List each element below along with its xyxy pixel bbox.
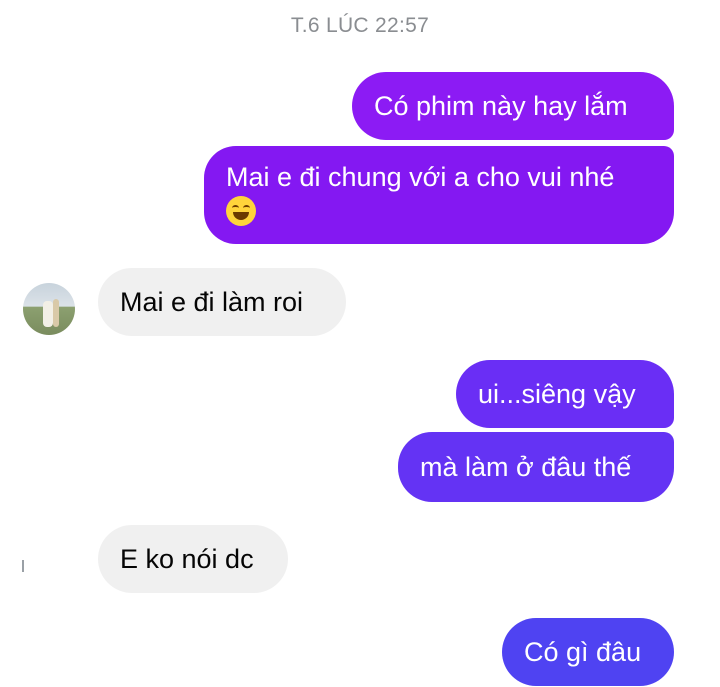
message-bubble-outgoing[interactable]: Có phim này hay lắm xyxy=(352,72,674,140)
message-text: ui...siêng vậy xyxy=(478,379,636,409)
message-bubble-outgoing[interactable]: ui...siêng vậy xyxy=(456,360,674,428)
message-text: E ko nói dc xyxy=(120,544,254,574)
timestamp-divider: T.6 LÚC 22:57 xyxy=(290,14,430,37)
avatar-photo-figure xyxy=(53,299,59,327)
message-bubble-outgoing[interactable]: mà làm ở đâu thế xyxy=(398,432,674,502)
read-indicator-mark xyxy=(22,560,24,572)
avatar-photo-figure xyxy=(43,301,53,327)
message-text: Có phim này hay lắm xyxy=(374,91,628,121)
avatar[interactable] xyxy=(23,283,75,335)
message-bubble-incoming[interactable]: Mai e đi làm roi xyxy=(98,268,346,336)
smiling-face-icon xyxy=(226,196,256,226)
message-text: mà làm ở đâu thế xyxy=(420,452,632,482)
message-text: Mai e đi chung với a cho vui nhé xyxy=(226,162,615,192)
message-text: Có gì đâu xyxy=(524,637,642,667)
message-bubble-incoming[interactable]: E ko nói dc xyxy=(98,525,288,593)
message-bubble-outgoing[interactable]: Mai e đi chung với a cho vui nhé xyxy=(204,146,674,244)
chat-thread: T.6 LÚC 22:57 Có phim này hay lắm Mai e … xyxy=(0,0,720,687)
message-bubble-outgoing[interactable]: Có gì đâu xyxy=(502,618,674,686)
message-text: Mai e đi làm roi xyxy=(120,287,304,317)
